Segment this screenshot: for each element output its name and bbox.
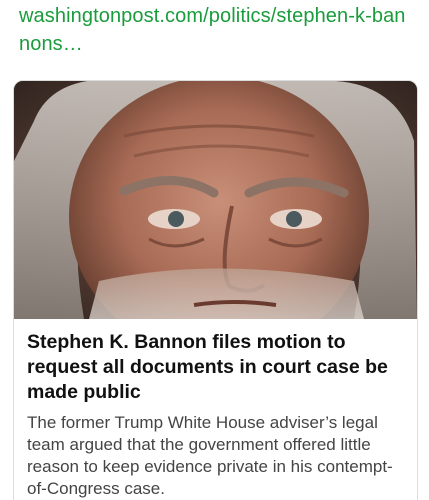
link-preview-card[interactable]: Stephen K. Bannon files motion to reques… — [13, 80, 418, 500]
portrait-photo-icon — [14, 81, 417, 319]
article-thumbnail-image[interactable] — [14, 81, 417, 319]
card-text-area: Stephen K. Bannon files motion to reques… — [14, 319, 417, 500]
article-summary: The former Trump White House adviser’s l… — [27, 413, 393, 498]
message-preview: washingtonpost.com/politics/stephen-k-ba… — [0, 0, 429, 500]
article-url-link[interactable]: washingtonpost.com/politics/stephen-k-ba… — [19, 2, 414, 58]
article-headline[interactable]: Stephen K. Bannon files motion to reques… — [27, 330, 404, 405]
